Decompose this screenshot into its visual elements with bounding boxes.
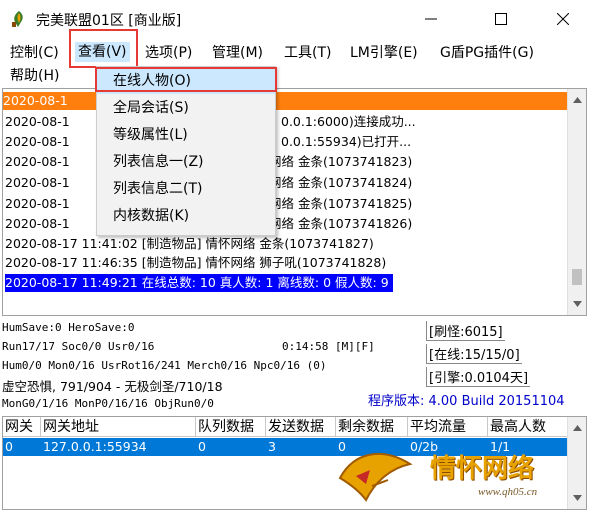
- status-refresh: [刷怪:6015]: [426, 321, 505, 341]
- status-engine: [引擎:0.0104天]: [426, 367, 531, 387]
- log-line-tail: 0.0.1:55934)已打开...: [281, 134, 412, 149]
- log-line: 2020-08-1: [5, 134, 70, 149]
- menu-g-shield-plugin[interactable]: G盾PG插件(G): [440, 43, 534, 63]
- menu-level-attributes[interactable]: 等级属性(L): [97, 122, 275, 148]
- scroll-thumb[interactable]: [572, 269, 582, 285]
- log-line: 2020-08-17 11:41:02 [制造物品] 情怀网络 金条(10737…: [5, 236, 374, 251]
- table-cell: 3: [268, 439, 276, 454]
- column-header-gateway[interactable]: 网关: [3, 417, 41, 437]
- log-line: 2020-08-1: [3, 92, 567, 110]
- column-header-max-users[interactable]: 最高人数: [488, 417, 569, 437]
- column-header-sent-data[interactable]: 发送数据: [266, 417, 336, 437]
- table-cell: 127.0.0.1:55934: [43, 439, 147, 454]
- chevron-down-icon: [572, 301, 582, 307]
- log-line-selected: 2020-08-17 11:49:21 在线总数: 10 真人数: 1 离线数:…: [5, 274, 393, 292]
- status-save-line: HumSave:0 HeroSave:0: [2, 321, 135, 334]
- column-header-remaining-data[interactable]: 剩余数据: [336, 417, 408, 437]
- watermark-url: www.qh05.cn: [478, 486, 538, 498]
- close-button[interactable]: [540, 0, 586, 38]
- log-line-tail: 网络 金条(1073741825): [269, 196, 413, 211]
- menu-manage[interactable]: 管理(M): [212, 43, 263, 63]
- log-line-tail: 网络 金条(1073741824): [269, 175, 413, 190]
- log-line: 2020-08-17 11:46:35 [制造物品] 情怀网络 狮子吼(1073…: [5, 255, 387, 270]
- status-panel: HumSave:0 HeroSave:0 Run17/17 Soc0/0 Usr…: [0, 318, 591, 414]
- scroll-up-arrow[interactable]: [568, 419, 586, 437]
- online-characters-highlight: [95, 67, 277, 92]
- version-label: 程序版本: 4.00 Build 20151104: [368, 394, 565, 409]
- watermark: 情怀网络 www.qh05.cn: [330, 440, 580, 510]
- log-line: 2020-08-1: [5, 196, 70, 211]
- status-mon-line: MonG0/1/16 MonP0/16/16 ObjRun0/0: [2, 397, 214, 410]
- menu-list-info-two[interactable]: 列表信息二(T): [97, 176, 275, 202]
- log-line: 2020-08-1: [5, 114, 70, 129]
- chevron-up-icon: [572, 97, 582, 103]
- watermark-title: 情怀网络: [430, 454, 535, 484]
- maximize-button[interactable]: [478, 0, 524, 38]
- maximize-icon: [495, 13, 507, 25]
- log-line: 2020-08-1: [5, 175, 70, 190]
- status-hum-line: Hum0/0 Mon0/16 UsrRot16/241 Merch0/16 Np…: [2, 359, 327, 372]
- column-header-queue-data[interactable]: 队列数据: [196, 417, 266, 437]
- app-icon: [12, 11, 23, 27]
- scroll-up-arrow[interactable]: [568, 91, 586, 109]
- log-line-tail: 0.0.1:6000)连接成功...: [281, 114, 416, 129]
- status-time: 0:14:58 [M][F]: [282, 340, 375, 353]
- log-scrollbar[interactable]: [567, 89, 586, 315]
- menu-kernel-data[interactable]: 内核数据(K): [97, 203, 275, 229]
- log-pane[interactable]: 2020-08-1 2020-08-1 2020-08-1 2020-08-1 …: [2, 88, 587, 316]
- watermark-logo-icon: [338, 452, 413, 502]
- status-boss-line: 虚空恐惧, 791/904 - 无极剑圣/710/18: [2, 379, 223, 394]
- column-header-average-traffic[interactable]: 平均流量: [408, 417, 488, 437]
- close-icon: [557, 13, 569, 25]
- column-header-gateway-address[interactable]: 网关地址: [41, 417, 196, 437]
- log-line: 2020-08-1: [5, 154, 70, 169]
- menu-lm-engine[interactable]: LM引擎(E): [350, 43, 418, 63]
- menu-help[interactable]: 帮助(H): [10, 66, 59, 86]
- log-line-tail: 网络 金条(1073741823): [269, 154, 413, 169]
- log-line-tail: 网络 金条(1073741826): [269, 216, 413, 231]
- minimize-icon: [425, 18, 437, 20]
- table-cell: 0: [198, 439, 206, 454]
- log-line: 2020-08-1: [5, 216, 70, 231]
- menu-tools[interactable]: 工具(T): [284, 43, 331, 63]
- window-title: 完美联盟01区 [商业版]: [36, 13, 182, 29]
- menu-list-info-one[interactable]: 列表信息一(Z): [97, 149, 275, 175]
- menu-control[interactable]: 控制(C): [10, 43, 59, 63]
- chevron-up-icon: [572, 425, 582, 431]
- minimize-button[interactable]: [408, 0, 454, 38]
- menu-global-session[interactable]: 全局会话(S): [97, 95, 275, 121]
- status-online: [在线:15/15/0]: [426, 344, 522, 364]
- table-cell: 0: [5, 439, 13, 454]
- view-menu-highlight: [69, 29, 138, 68]
- menu-options[interactable]: 选项(P): [145, 43, 192, 63]
- status-run-line: Run17/17 Soc0/0 Usr0/16: [2, 340, 155, 353]
- scroll-down-arrow[interactable]: [568, 295, 586, 313]
